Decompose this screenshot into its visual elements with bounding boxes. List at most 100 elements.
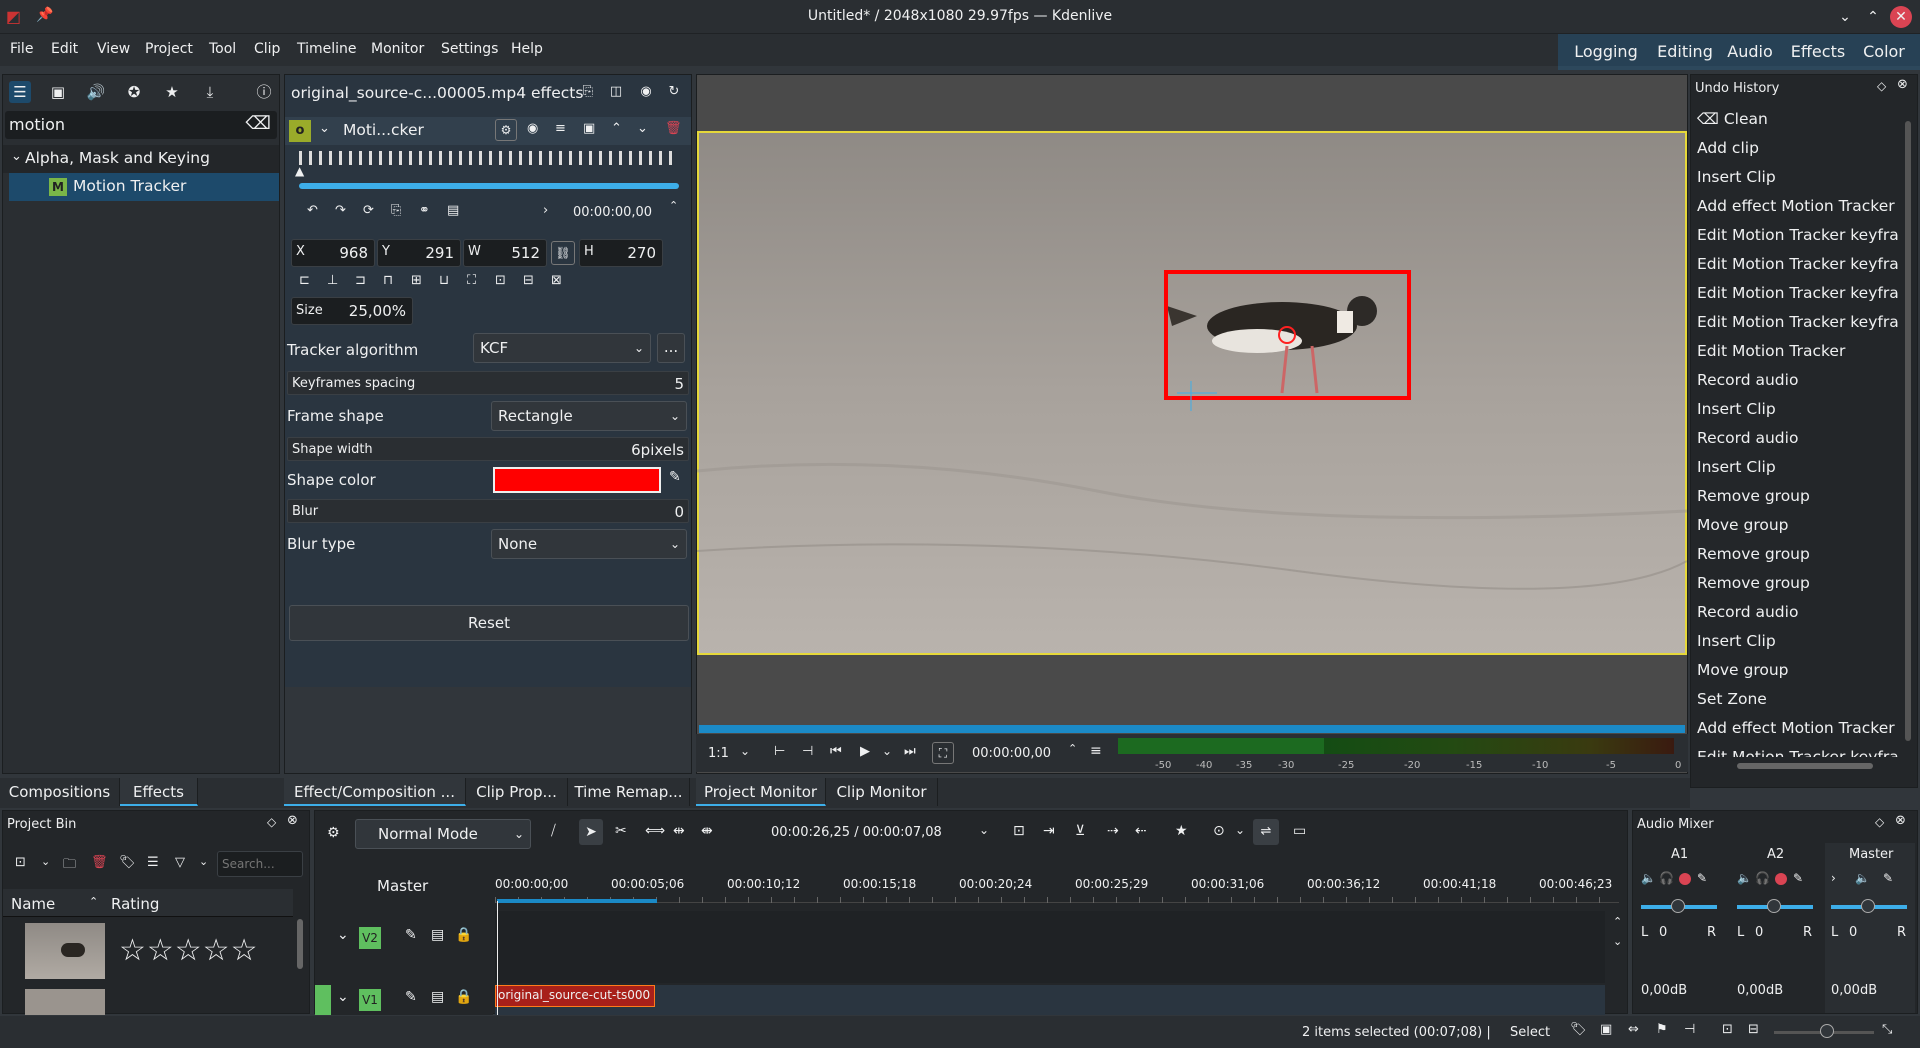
fit-icon[interactable]: ⛶	[467, 273, 476, 288]
undo-item[interactable]: Set Zone	[1693, 685, 1903, 714]
align-vcenter-icon[interactable]: ⊞	[411, 273, 422, 288]
info-icon[interactable]: ⓘ	[253, 81, 275, 103]
effect-item-motion-tracker[interactable]: M Motion Tracker	[9, 173, 279, 201]
spacer-tool-icon[interactable]: ⧸	[551, 823, 556, 839]
float-icon[interactable]: ◇	[1877, 79, 1886, 93]
custom-icon[interactable]: ✪	[123, 81, 145, 103]
slip-icon[interactable]: ⇹	[673, 823, 685, 839]
menu-help[interactable]: Help	[511, 41, 543, 57]
undo-item[interactable]: Insert Clip	[1693, 163, 1903, 192]
bin-scrollbar[interactable]	[297, 919, 303, 969]
zoom-height-icon[interactable]: ⊠	[551, 273, 562, 288]
effect-enable-badge[interactable]: o	[289, 120, 311, 142]
scroll-up-icon[interactable]: ⌃	[1613, 915, 1622, 928]
tab-effect-composition[interactable]: Effect/Composition ...	[284, 778, 466, 806]
menu-project[interactable]: Project	[145, 41, 193, 57]
undo-item[interactable]: Add effect Motion Tracker	[1693, 192, 1903, 221]
delete-icon[interactable]: 🗑	[91, 855, 108, 870]
tab-time-remap[interactable]: Time Remap...	[568, 778, 690, 806]
track-name-v1[interactable]: V1	[359, 989, 381, 1011]
float-icon[interactable]: ◇	[267, 815, 276, 829]
undo-scrollbar[interactable]	[1905, 121, 1911, 741]
rating-stars[interactable]: ☆☆☆☆☆	[119, 933, 258, 968]
close-panel-icon[interactable]: ⊗	[1897, 77, 1908, 92]
solo-icon[interactable]: 🎧	[1755, 871, 1770, 885]
mute-icon[interactable]: 🔈	[1737, 871, 1752, 885]
keyframe-ruler[interactable]	[299, 151, 679, 165]
hide-icon[interactable]: ▤	[431, 989, 444, 1005]
layout-editing[interactable]: Editing	[1650, 36, 1720, 68]
undo-item[interactable]: Record audio	[1693, 598, 1903, 627]
align-right-icon[interactable]: ⊐	[355, 273, 366, 288]
snap-icon[interactable]: ⇔	[1628, 1022, 1639, 1037]
keyframe-position-bar[interactable]	[299, 183, 679, 189]
undo-item-clean[interactable]: ⌫ Clean	[1693, 105, 1903, 134]
tracker-algorithm-select[interactable]: KCF ⌄	[473, 333, 651, 363]
blur-type-select[interactable]: None ⌄	[491, 529, 687, 559]
monitor-timeline-bar[interactable]	[699, 725, 1685, 733]
undo-item[interactable]: Edit Motion Tracker keyfra	[1693, 221, 1903, 250]
track-area-v2[interactable]	[495, 911, 1605, 983]
kf-link-icon[interactable]: ⚭	[419, 203, 430, 218]
menu-edit[interactable]: Edit	[51, 41, 78, 57]
sort-icon[interactable]: ⌃	[89, 895, 98, 908]
layout-audio[interactable]: Audio	[1722, 36, 1778, 68]
eye-icon[interactable]: ◉	[635, 81, 657, 103]
undo-item[interactable]: Edit Motion Tracker keyfra	[1693, 250, 1903, 279]
undo-item[interactable]: Edit Motion Tracker	[1693, 337, 1903, 366]
chevron-down-icon[interactable]: ⌄	[979, 823, 989, 837]
monitor-video[interactable]	[697, 131, 1687, 655]
undo-item[interactable]: Add clip	[1693, 134, 1903, 163]
chevron-down-icon[interactable]: ⌄	[199, 855, 208, 868]
timecode-spin-icon[interactable]: ⌃	[1068, 742, 1077, 755]
set-in-icon[interactable]: ⊢	[774, 744, 785, 759]
lock-icon[interactable]: 🔒	[455, 989, 472, 1005]
collapse-icon[interactable]: ⌄	[319, 121, 330, 136]
menu-icon[interactable]: ≡	[1090, 743, 1102, 759]
kf-next-icon[interactable]: ⟳	[363, 203, 374, 218]
align-hcenter-icon[interactable]: ⊥	[327, 273, 338, 288]
undo-item[interactable]: Record audio	[1693, 424, 1903, 453]
audio-thumb-icon[interactable]: ⊣	[1684, 1022, 1695, 1037]
save-effect-icon[interactable]: ▣	[583, 121, 595, 136]
tab-effects[interactable]: Effects	[120, 778, 198, 806]
kf-goto-icon[interactable]: ›	[543, 203, 548, 218]
record-arm-icon[interactable]	[1775, 873, 1787, 885]
zoom-fit-icon[interactable]: ⊡	[495, 273, 506, 288]
favorite-icon[interactable]: ★	[161, 81, 183, 103]
playhead[interactable]	[497, 901, 498, 1015]
tab-project-monitor[interactable]: Project Monitor	[696, 778, 826, 806]
chevron-down-icon[interactable]: ⌄	[882, 744, 892, 758]
rewind-icon[interactable]: ⏮	[830, 744, 842, 759]
bin-search-input[interactable]	[217, 851, 303, 877]
align-top-icon[interactable]: ⊓	[383, 273, 393, 288]
menu-tool[interactable]: Tool	[209, 41, 236, 57]
download-icon[interactable]: ⤓	[199, 81, 221, 103]
record-arm-icon[interactable]	[1679, 873, 1691, 885]
chevron-down-icon[interactable]: ⌄	[1235, 823, 1245, 837]
menu-file[interactable]: File	[10, 41, 33, 57]
play-icon[interactable]: ▶	[860, 744, 870, 759]
undo-item[interactable]: Insert Clip	[1693, 627, 1903, 656]
blur-slider[interactable]: Blur 0	[287, 499, 689, 523]
zone-bar[interactable]	[497, 899, 657, 903]
tag-icon[interactable]: 🏷	[1570, 1022, 1587, 1037]
color-picker-icon[interactable]: ✎	[669, 469, 681, 485]
kf-copy-icon[interactable]: ⎘	[391, 203, 401, 218]
undo-item[interactable]: Record audio	[1693, 366, 1903, 395]
minimize-icon[interactable]: ⌄	[1834, 6, 1856, 28]
close-icon[interactable]: ✕	[1890, 6, 1912, 28]
bin-row[interactable]: ☆☆☆☆☆	[3, 919, 293, 981]
favorite-star-icon[interactable]: ★	[1175, 823, 1188, 839]
timeline-ruler[interactable]: 00:00:00;00 00:00:05;06 00:00:10;12 00:00:1…	[495, 875, 1619, 903]
set-out-icon[interactable]: ⊣	[802, 744, 813, 759]
zoom-handle[interactable]	[1820, 1024, 1834, 1038]
db-value[interactable]: 0,00dB	[1641, 983, 1687, 998]
layout-logging[interactable]: Logging	[1566, 36, 1646, 68]
compare-icon[interactable]: ◫	[605, 81, 627, 103]
kf-timecode[interactable]: 00:00:00,00	[573, 205, 652, 220]
forward-icon[interactable]: ⏭	[904, 744, 916, 759]
keyframes-spacing-slider[interactable]: Keyframes spacing 5	[287, 371, 689, 395]
bin-row[interactable]	[3, 985, 293, 1015]
undo-item[interactable]: Edit Motion Tracker keyfra	[1693, 743, 1903, 757]
